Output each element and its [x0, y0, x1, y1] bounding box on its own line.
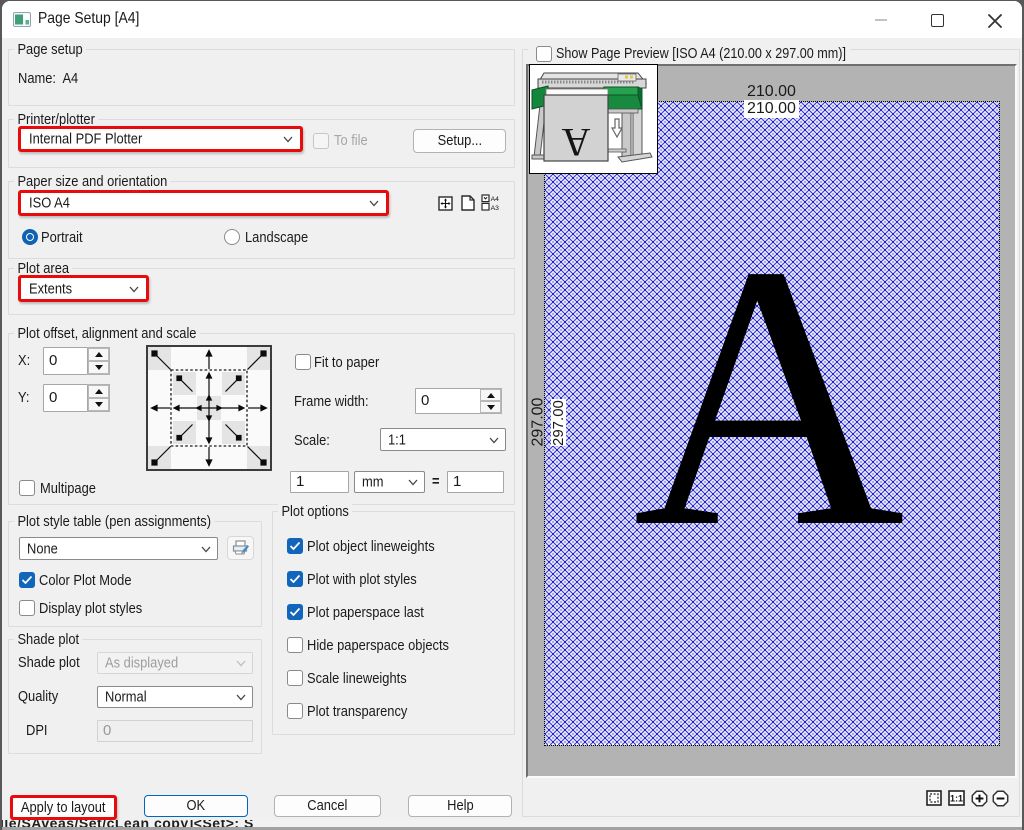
- svg-text:A3: A3: [491, 205, 500, 211]
- svg-text:A: A: [561, 120, 590, 165]
- svg-text:1:1: 1:1: [950, 794, 963, 804]
- svg-text:A4: A4: [491, 196, 500, 203]
